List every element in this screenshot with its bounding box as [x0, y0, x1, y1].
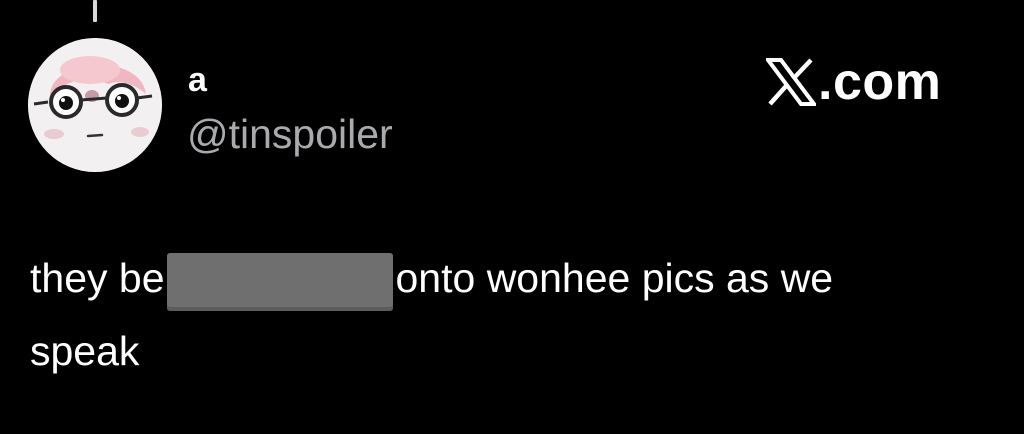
avatar[interactable] [28, 38, 162, 172]
x-com-watermark: .com [766, 54, 941, 110]
tweet-text-part-2: onto wonhee pics as we [395, 255, 834, 301]
watermark-text: .com [818, 53, 942, 111]
display-name[interactable]: a [188, 60, 207, 100]
thread-connector-line [93, 0, 97, 22]
tweet-line-1: they be onto wonhee pics as we [30, 250, 1010, 311]
user-handle[interactable]: @tinspoiler [187, 110, 393, 158]
cartoon-face-with-glasses-avatar-icon [28, 38, 162, 172]
tweet-text-part-1: they be [30, 255, 165, 301]
x-logo-icon [766, 58, 816, 106]
tweet-line-2: speak [30, 328, 140, 374]
tweet-body: they be onto wonhee pics as we speak [30, 250, 1010, 384]
redaction-box [166, 253, 393, 311]
